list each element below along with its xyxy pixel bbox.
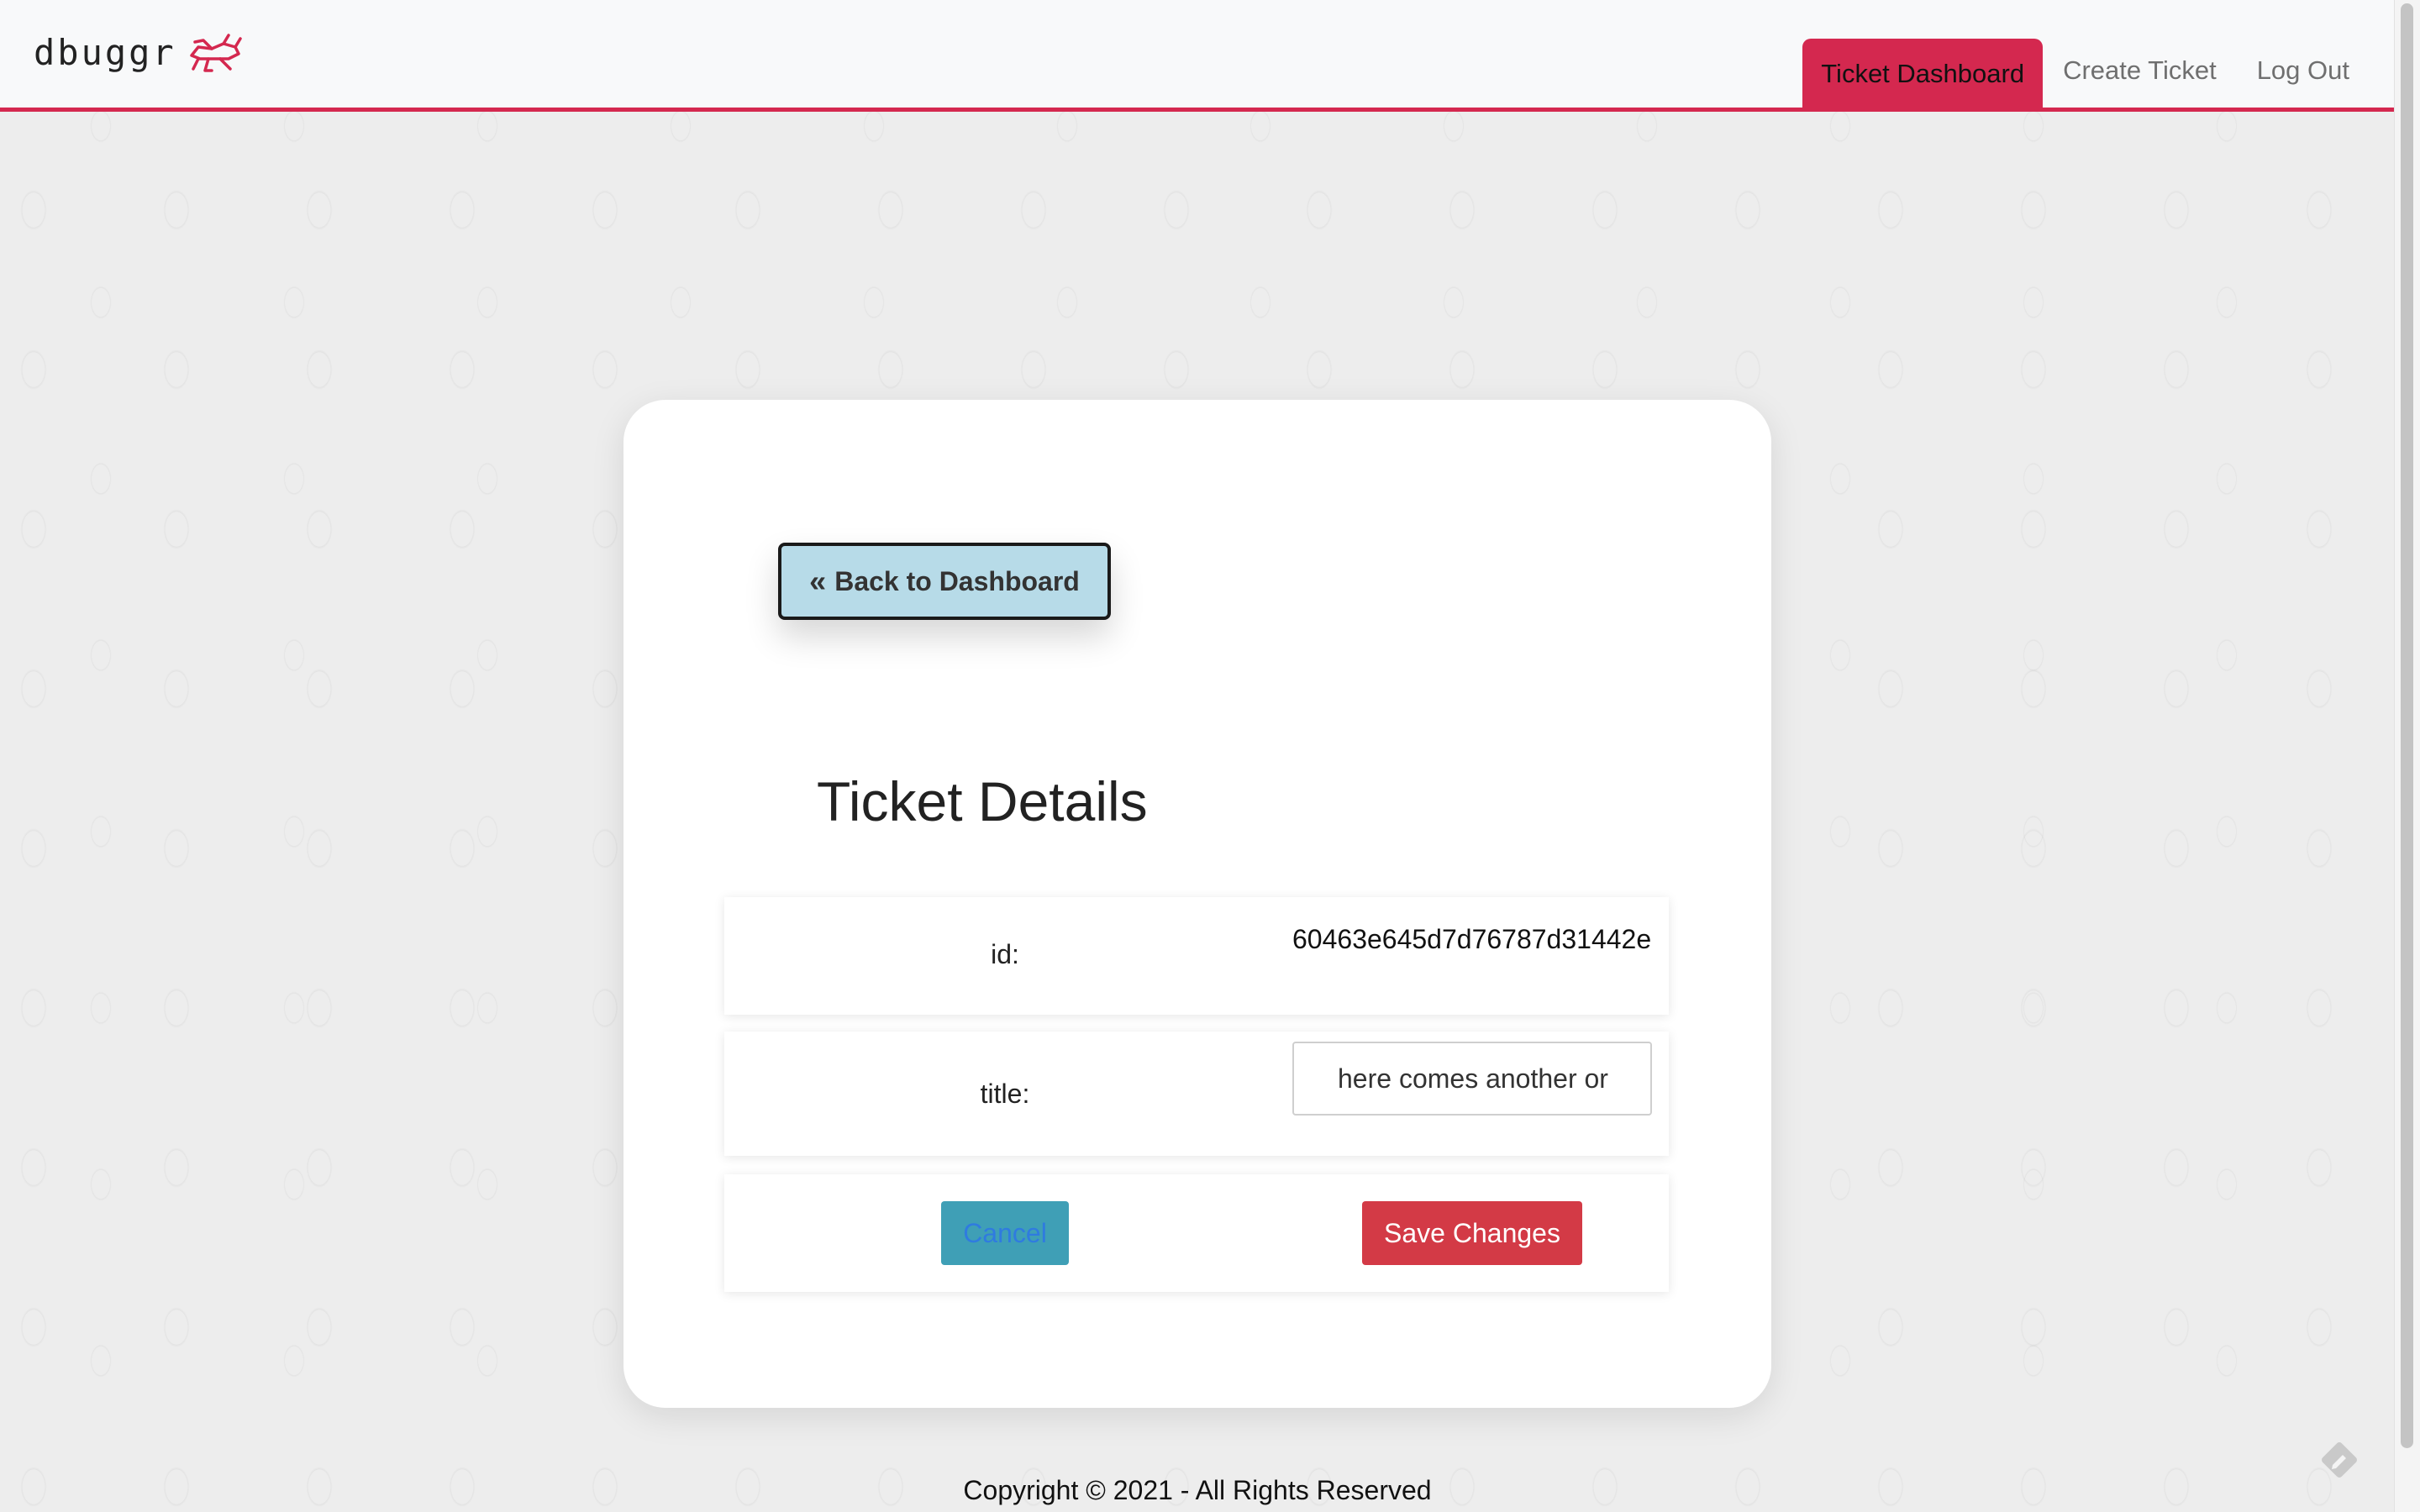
grasshopper-icon <box>189 34 242 72</box>
field-row-title: title: <box>724 1032 1669 1156</box>
footer-copyright: Copyright © 2021 - All Rights Reserved <box>963 1475 1432 1505</box>
title-input[interactable] <box>1292 1042 1652 1116</box>
ticket-details-card: « Back to Dashboard Ticket Details id: 6… <box>623 400 1771 1408</box>
top-navbar: dbuggr Ticket Dashboard Create Ticket Lo… <box>0 0 2395 112</box>
scrollbar-thumb[interactable] <box>2401 3 2413 1448</box>
main-nav: Ticket Dashboard Create Ticket Log Out <box>1802 39 2395 108</box>
back-to-dashboard-button[interactable]: « Back to Dashboard <box>778 543 1111 620</box>
nav-create-ticket[interactable]: Create Ticket <box>2043 39 2237 108</box>
field-row-id: id: 60463e645d7d76787d31442e <box>724 897 1669 1015</box>
id-label: id: <box>991 939 1019 969</box>
double-chevron-left-icon: « <box>809 564 827 598</box>
brand[interactable]: dbuggr <box>34 30 244 74</box>
page-title: Ticket Details <box>817 770 1148 832</box>
nav-ticket-dashboard[interactable]: Ticket Dashboard <box>1802 39 2044 108</box>
page-scrollbar[interactable] <box>2394 0 2420 1512</box>
pencil-diamond-icon[interactable] <box>2316 1436 2363 1483</box>
nav-log-out[interactable]: Log Out <box>2237 39 2395 108</box>
id-value: 60463e645d7d76787d31442e <box>1292 924 1652 954</box>
cancel-button[interactable]: Cancel <box>941 1201 1069 1265</box>
brand-name: dbuggr <box>34 31 176 73</box>
save-changes-button[interactable]: Save Changes <box>1362 1201 1582 1265</box>
back-button-label: Back to Dashboard <box>834 565 1080 596</box>
title-label: title: <box>980 1079 1030 1109</box>
form-actions-row: Cancel Save Changes <box>724 1174 1669 1292</box>
